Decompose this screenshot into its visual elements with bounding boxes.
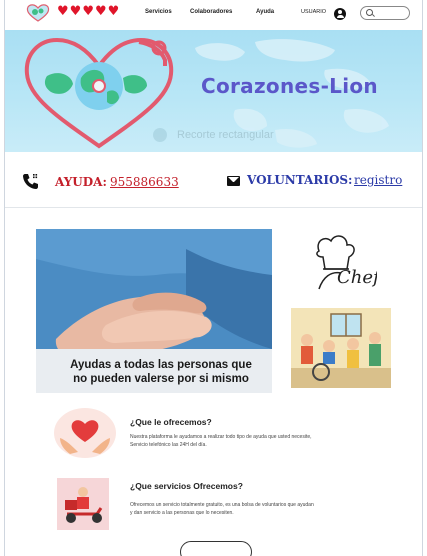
nav-link-servicios[interactable]: Servicios <box>145 9 172 15</box>
hero-banner: Corazones-Lion Recorte rectangular <box>5 30 422 152</box>
delivery-scooter-icon <box>57 478 109 530</box>
section-services-text: Ofrecemos un servicio totalmente gratuit… <box>130 502 360 517</box>
photo-caption-line1: Ayudas a todas las personas que <box>70 359 252 371</box>
section-offer-text: Nuestra plataforma le ayudamos a realiza… <box>130 434 360 449</box>
contact-bar: AYUDA: 955886633 VOLUNTARIOS: registro <box>5 158 422 208</box>
mail-icon <box>227 176 240 186</box>
heart-icon: ♥ <box>107 4 120 19</box>
phone-icon <box>23 174 38 189</box>
photo-caption: Ayudas a todas las personas que no puede… <box>36 358 272 386</box>
chef-hat-icon: Chef <box>316 235 383 290</box>
record-icon <box>153 128 167 142</box>
photo-caption-line2: no pueden valerse por si mismo <box>73 373 249 385</box>
section-offer-text-line1: Nuestra plataforma le ayudamos a realiza… <box>130 434 312 440</box>
hearts-row: ♥ ♥ ♥ ♥ ♥ <box>57 5 119 19</box>
volunteers-register-link[interactable]: registro <box>354 173 402 187</box>
delivery-scooter-image <box>57 478 109 530</box>
heart-icon: ♥ <box>94 4 107 19</box>
section-offer-title: ¿Que le ofrecemos? <box>130 417 212 427</box>
help-label: AYUDA: <box>55 175 107 189</box>
help-phone-link[interactable]: 955886633 <box>110 175 179 189</box>
more-info-button[interactable] <box>180 541 252 556</box>
page-frame: ♥ ♥ ♥ ♥ ♥ Servicios Colaboradores Ayuda … <box>4 0 423 556</box>
svg-text:Chef: Chef <box>337 267 377 288</box>
volunteers-label: VOLUNTARIOS: <box>247 173 353 187</box>
hero-title: Corazones-Lion <box>201 74 378 98</box>
search-input[interactable] <box>360 6 410 20</box>
heart-icon: ♥ <box>69 4 82 19</box>
top-nav: ♥ ♥ ♥ ♥ ♥ Servicios Colaboradores Ayuda … <box>5 0 422 28</box>
main-photo-hands: Ayudas a todas las personas que no puede… <box>36 229 272 393</box>
chef-logo-image: Chef <box>301 229 383 297</box>
user-account-icon[interactable] <box>334 8 346 20</box>
heart-icon: ♥ <box>82 4 94 19</box>
section-services-title: ¿Que servicios Ofrecemos? <box>130 481 243 491</box>
nav-link-ayuda[interactable]: Ayuda <box>256 9 274 15</box>
crop-overlay: Recorte rectangular <box>153 128 274 142</box>
section-offer-text-line2: Servicio telefónico las 24H del día. <box>130 441 207 448</box>
heart-icon: ♥ <box>57 4 69 19</box>
logo-icon[interactable] <box>25 3 51 23</box>
search-icon <box>366 9 373 16</box>
kids-illustration-image <box>291 308 391 388</box>
user-label[interactable]: USUARIO <box>301 9 326 15</box>
crop-overlay-label: Recorte rectangular <box>177 129 274 141</box>
kids-illustration <box>291 308 391 388</box>
nav-link-colaboradores[interactable]: Colaboradores <box>190 9 232 15</box>
heart-hands-icon <box>54 408 116 458</box>
section-services-text-line1: Ofrecemos un servicio totalmente gratuit… <box>130 502 314 508</box>
section-services-text-line2: y dan servicio a las personas que lo nec… <box>130 509 234 516</box>
